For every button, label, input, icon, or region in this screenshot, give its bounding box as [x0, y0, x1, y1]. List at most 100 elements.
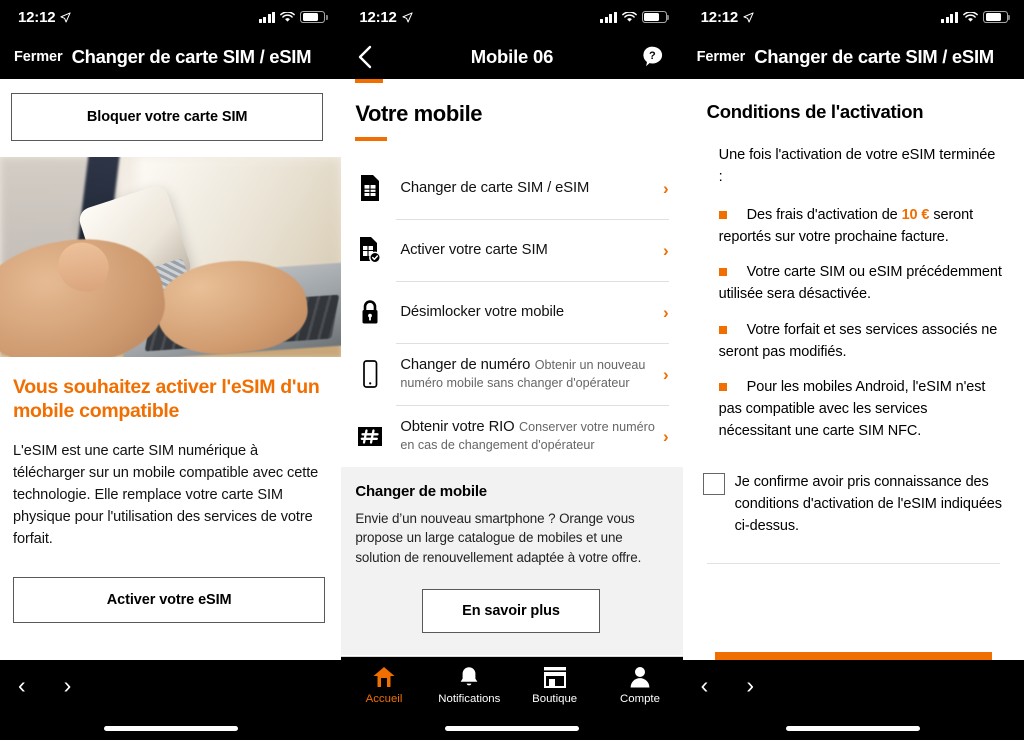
page-title: Changer de carte SIM / eSIM: [71, 45, 312, 67]
status-bar: 12:12: [0, 0, 342, 34]
cellular-bars-icon: [600, 11, 617, 23]
menu-item-label: Activer votre carte SIM: [400, 242, 548, 258]
confirm-row: Je confirme avoir pris connaissance des …: [702, 471, 1002, 537]
svg-text:?: ?: [649, 50, 656, 62]
section-heading: Vous souhaitez activer l'eSIM d'un mobil…: [13, 376, 320, 423]
three-panel-screenshot: 12:12 Fermer Changer de carte SIM / eSIM…: [0, 0, 1024, 740]
home-indicator: [444, 726, 579, 731]
bullet-text: Votre forfait et ses services associés n…: [718, 321, 998, 360]
price-highlight: 10 €: [901, 206, 930, 223]
person-icon: [630, 667, 650, 688]
bottom-tab-bar: Accueil Notifications Boutique Compte: [341, 656, 683, 740]
home-indicator: [786, 726, 921, 731]
close-button[interactable]: Fermer: [697, 49, 746, 65]
status-bar-right: [258, 11, 328, 23]
back-button[interactable]: ‹: [701, 674, 709, 697]
conditions-intro: Une fois l'activation de votre eSIM term…: [718, 147, 996, 185]
conditions-title: Conditions de l'activation: [706, 101, 924, 122]
panel1-content: Bloquer votre carte SIM Vous souhaitez a…: [0, 93, 342, 623]
divider: [706, 562, 1000, 564]
tab-notifications[interactable]: Notifications: [427, 665, 512, 705]
close-button[interactable]: Fermer: [14, 49, 63, 65]
tab-accueil[interactable]: Accueil: [341, 665, 426, 705]
hash-icon: [355, 423, 385, 449]
forward-button[interactable]: ›: [746, 674, 754, 697]
bullet-text: Pour les mobiles Android, l'eSIM n'est p…: [718, 379, 986, 439]
menu-item-changer-numero[interactable]: Changer de numéro Obtenir un nouveau num…: [341, 343, 682, 405]
chevron-right-icon: ›: [662, 240, 669, 260]
nav-bar: Fermer Changer de carte SIM / eSIM: [0, 34, 342, 79]
wifi-icon: [280, 11, 296, 22]
nav-bar: Mobile 06 ?: [341, 34, 683, 83]
conditions-bullet-list: Des frais d'activation de 10 € seront re…: [683, 205, 1024, 443]
tab-label: Boutique: [532, 693, 578, 705]
menu-item-label: Désimlocker votre mobile: [400, 304, 565, 320]
forward-button[interactable]: ›: [64, 674, 72, 697]
status-bar-right: [941, 11, 1011, 23]
bullet-item: Des frais d'activation de 10 € seront re…: [718, 205, 1002, 249]
status-bar-right: [600, 11, 670, 23]
promo-body: Envie d’un nouveau smartphone ? Orange v…: [355, 511, 642, 565]
learn-more-button[interactable]: En savoir plus: [421, 589, 600, 634]
chevron-right-icon: ›: [662, 178, 669, 198]
block-sim-button[interactable]: Bloquer votre carte SIM: [11, 93, 324, 141]
tab-label: Notifications: [438, 693, 501, 705]
panel-mobile-menu: 12:12 Mobile 06 ? Votre mobile Changer d…: [341, 0, 683, 740]
sim-card-check-icon: [355, 236, 385, 264]
status-bar-left: 12:12: [359, 9, 413, 26]
chevron-left-icon[interactable]: [355, 44, 375, 70]
battery-icon: [300, 11, 328, 23]
panel-esim-intro: 12:12 Fermer Changer de carte SIM / eSIM…: [0, 0, 342, 740]
status-bar-left: 12:12: [18, 9, 71, 26]
menu-list: Changer de carte SIM / eSIM › Activer vo…: [341, 157, 682, 467]
browser-bottom-bar: ‹ ›: [682, 660, 1024, 740]
orange-accent-bar: [355, 79, 384, 83]
back-button[interactable]: ‹: [18, 674, 26, 697]
menu-item-activer-sim[interactable]: Activer votre carte SIM ›: [341, 219, 682, 281]
page-title: Mobile 06: [470, 45, 554, 67]
home-indicator: [103, 726, 238, 731]
menu-item-label: Obtenir votre RIO: [400, 419, 515, 435]
location-arrow-icon: [743, 11, 754, 22]
bullet-item: Votre forfait et ses services associés n…: [718, 320, 1002, 364]
tab-boutique[interactable]: Boutique: [512, 665, 597, 705]
promo-title: Changer de mobile: [355, 483, 487, 500]
confirm-checkbox[interactable]: [702, 472, 725, 495]
status-bar: 12:12: [682, 0, 1024, 34]
bullet-text: Votre carte SIM ou eSIM précédemment uti…: [718, 264, 1002, 303]
menu-item-desimlocker[interactable]: Désimlocker votre mobile ›: [341, 281, 682, 343]
store-icon: [543, 667, 566, 688]
status-bar-left: 12:12: [701, 9, 754, 26]
tab-label: Compte: [620, 693, 660, 705]
panel3-content: Conditions de l'activation Une fois l'ac…: [682, 101, 1024, 564]
panel-activation-conditions: 12:12 Fermer Changer de carte SIM / eSIM…: [682, 0, 1024, 740]
bell-icon: [460, 667, 478, 686]
help-bubble-icon[interactable]: ?: [640, 44, 665, 69]
padlock-icon: [355, 298, 385, 326]
menu-item-changer-sim[interactable]: Changer de carte SIM / eSIM ›: [341, 157, 682, 219]
battery-icon: [982, 11, 1011, 23]
hero-image: [0, 157, 342, 357]
status-bar: 12:12: [341, 0, 683, 34]
activate-esim-button[interactable]: Activer votre eSIM: [13, 576, 326, 623]
bullet-text-pre: Des frais d'activation de: [746, 206, 902, 223]
bullet-item: Votre carte SIM ou eSIM précédemment uti…: [718, 262, 1002, 306]
location-arrow-icon: [60, 11, 71, 22]
promo-card: Changer de mobile Envie d’un nouveau sma…: [341, 467, 683, 656]
wifi-icon: [963, 11, 978, 22]
tab-compte[interactable]: Compte: [597, 665, 682, 705]
home-icon: [373, 667, 395, 687]
section-body-text: L'eSIM est une carte SIM numérique à tél…: [13, 442, 319, 548]
sim-card-icon: [355, 174, 385, 202]
menu-item-text: Obtenir votre RIO Conserver votre numéro…: [400, 418, 655, 454]
chevron-right-icon: ›: [662, 426, 669, 446]
status-time: 12:12: [18, 8, 56, 26]
menu-item-obtenir-rio[interactable]: Obtenir votre RIO Conserver votre numéro…: [341, 405, 682, 467]
tab-label: Accueil: [365, 693, 403, 705]
confirm-checkbox-label: Je confirme avoir pris connaissance des …: [734, 473, 1002, 534]
nav-bar: Fermer Changer de carte SIM / eSIM: [682, 34, 1024, 79]
page-title: Changer de carte SIM / eSIM: [754, 45, 994, 67]
chevron-right-icon: ›: [662, 302, 669, 322]
status-time: 12:12: [700, 8, 739, 26]
bullet-item: Pour les mobiles Android, l'eSIM n'est p…: [718, 377, 1002, 442]
